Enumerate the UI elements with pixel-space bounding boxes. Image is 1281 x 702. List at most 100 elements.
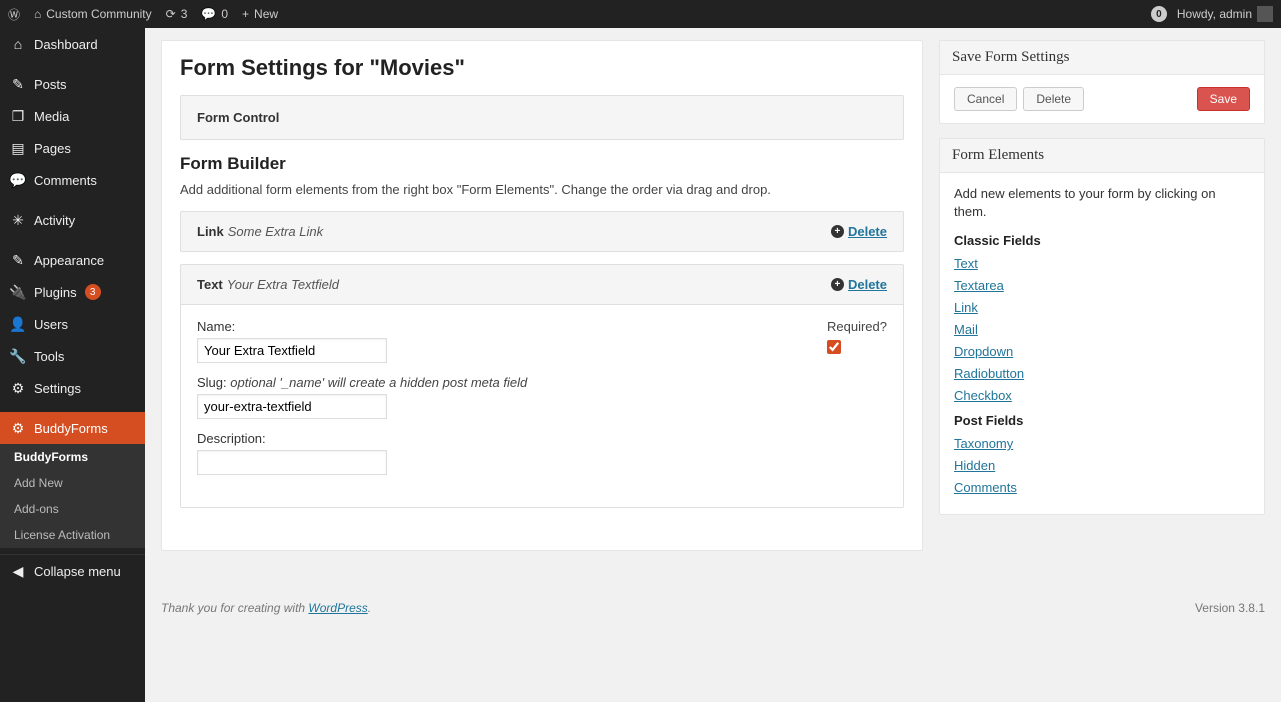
sidebar-item-label: Users	[34, 317, 68, 332]
sidebar-item-pages[interactable]: ▤ Pages	[0, 132, 145, 164]
sidebar-item-buddyforms[interactable]: ⚙ BuddyForms	[0, 412, 145, 444]
sidebar-item-settings[interactable]: ⚙ Settings	[0, 372, 145, 404]
post-element-hidden[interactable]: Hidden	[954, 458, 1250, 473]
sidebar-item-label: Media	[34, 109, 69, 124]
sidebar-item-label: Pages	[34, 141, 71, 156]
classic-element-textarea[interactable]: Textarea	[954, 278, 1250, 293]
classic-element-dropdown[interactable]: Dropdown	[954, 344, 1250, 359]
activity-icon: ✳	[10, 212, 26, 228]
sidebar-item-users[interactable]: 👤 Users	[0, 308, 145, 340]
field-name-label: Your Extra Textfield	[227, 277, 339, 292]
sidebar-item-label: Settings	[34, 381, 81, 396]
notifications-bubble[interactable]: 0	[1151, 6, 1167, 22]
classic-fields-heading: Classic Fields	[954, 233, 1250, 248]
save-form-settings-box: Save Form Settings Cancel Delete Save	[939, 40, 1265, 124]
footer-thanks: Thank you for creating with	[161, 601, 308, 615]
classic-element-radiobutton[interactable]: Radiobutton	[954, 366, 1250, 381]
sidebar-item-comments[interactable]: 💬 Comments	[0, 164, 145, 196]
wordpress-link[interactable]: WordPress	[308, 601, 367, 615]
classic-element-checkbox[interactable]: Checkbox	[954, 388, 1250, 403]
form-builder-help: Add additional form elements from the ri…	[180, 182, 904, 197]
form-field-header[interactable]: Text Your Extra Textfield + Delete	[181, 265, 903, 304]
form-field-text: Text Your Extra Textfield + Delete Name:	[180, 264, 904, 508]
classic-element-mail[interactable]: Mail	[954, 322, 1250, 337]
tools-icon: 🔧	[10, 348, 26, 364]
sidebar-item-plugins[interactable]: 🔌Plugins3	[0, 276, 145, 308]
save-button[interactable]: Save	[1197, 87, 1250, 111]
post-element-comments[interactable]: Comments	[954, 480, 1250, 495]
appearance-icon: ✎	[10, 252, 26, 268]
new-label: New	[254, 7, 278, 21]
howdy-label: Howdy, admin	[1177, 7, 1252, 21]
sidebar-item-label: Appearance	[34, 253, 104, 268]
field-type-label: Text	[197, 277, 223, 292]
name-label: Name:	[197, 319, 777, 334]
post-element-taxonomy[interactable]: Taxonomy	[954, 436, 1250, 451]
slug-hint: optional '_name' will create a hidden po…	[230, 375, 527, 390]
sidebar-item-label: Dashboard	[34, 37, 98, 52]
wp-logo[interactable]: Ⓦ	[8, 6, 20, 23]
cancel-button[interactable]: Cancel	[954, 87, 1017, 111]
plugin-count-badge: 3	[85, 284, 101, 300]
form-builder-title: Form Builder	[180, 154, 904, 174]
sidebar-item-label: Activity	[34, 213, 75, 228]
updates-link[interactable]: ⟳3	[166, 7, 188, 21]
collapse-label: Collapse menu	[34, 564, 121, 579]
comment-icon: 💬	[201, 7, 216, 21]
version-label: Version 3.8.1	[1195, 601, 1265, 615]
new-content-link[interactable]: +New	[242, 7, 278, 21]
name-input[interactable]	[197, 338, 387, 363]
media-icon: ❐	[10, 108, 26, 124]
sidebar-item-posts[interactable]: ✎Posts	[0, 68, 145, 100]
submenu-item[interactable]: Add-ons	[0, 496, 145, 522]
form-field-link: Link Some Extra Link + Delete	[180, 211, 904, 252]
page-title: Form Settings for "Movies"	[180, 55, 904, 81]
pages-icon: ▤	[10, 140, 26, 156]
sidebar-item-label: Comments	[34, 173, 97, 188]
my-account-link[interactable]: Howdy, admin	[1177, 6, 1273, 22]
submenu-item[interactable]: License Activation	[0, 522, 145, 548]
main-content: Form Settings for "Movies" Form Control …	[145, 28, 1281, 591]
collapse-menu[interactable]: ◀ Collapse menu	[0, 554, 145, 587]
slug-input[interactable]	[197, 394, 387, 419]
sidebar-item-media[interactable]: ❐ Media	[0, 100, 145, 132]
collapse-icon: ◀	[10, 563, 26, 579]
form-elements-intro: Add new elements to your form by clickin…	[954, 185, 1250, 221]
classic-element-link[interactable]: Link	[954, 300, 1250, 315]
sidebar-item-activity[interactable]: ✳ Activity	[0, 204, 145, 236]
site-name-link[interactable]: ⌂Custom Community	[34, 7, 152, 21]
classic-element-text[interactable]: Text	[954, 256, 1250, 271]
comments-icon: 💬	[10, 172, 26, 188]
plugins-icon: 🔌	[10, 284, 26, 300]
sidebar-item-label: Posts	[34, 77, 67, 92]
plus-circle-icon: +	[831, 225, 844, 238]
description-input[interactable]	[197, 450, 387, 475]
slug-label: Slug: optional '_name' will create a hid…	[197, 375, 777, 390]
users-icon: 👤	[10, 316, 26, 332]
sidebar-item-tools[interactable]: 🔧 Tools	[0, 340, 145, 372]
delete-button[interactable]: Delete	[1023, 87, 1084, 111]
comments-link[interactable]: 💬0	[201, 7, 228, 21]
dashboard-icon: ⌂	[10, 36, 26, 52]
delete-field-link[interactable]: Delete	[848, 277, 887, 292]
settings-icon: ⚙	[10, 380, 26, 396]
avatar	[1257, 6, 1273, 22]
sidebar-item-label: BuddyForms	[34, 421, 108, 436]
sidebar-item-dashboard[interactable]: ⌂ Dashboard	[0, 28, 145, 60]
sidebar-item-label: Tools	[34, 349, 64, 364]
site-name-label: Custom Community	[46, 7, 151, 21]
form-settings-panel: Form Settings for "Movies" Form Control …	[161, 40, 923, 551]
buddyforms-icon: ⚙	[10, 420, 26, 436]
field-type-label: Link	[197, 224, 224, 239]
sidebar-item-appearance[interactable]: ✎ Appearance	[0, 244, 145, 276]
description-label: Description:	[197, 431, 777, 446]
admin-sidebar: ⌂Dashboard✎Posts❐Media▤Pages💬Comments✳Ac…	[0, 28, 145, 702]
required-checkbox[interactable]	[827, 340, 841, 354]
submenu-item[interactable]: BuddyForms	[0, 444, 145, 470]
delete-field-link[interactable]: Delete	[848, 224, 887, 239]
updates-count: 3	[181, 7, 188, 21]
form-field-header[interactable]: Link Some Extra Link + Delete	[181, 212, 903, 251]
submenu-item[interactable]: Add New	[0, 470, 145, 496]
admin-bar: Ⓦ ⌂Custom Community ⟳3 💬0 +New 0 Howdy, …	[0, 0, 1281, 28]
form-control-toggle[interactable]: Form Control	[180, 95, 904, 140]
